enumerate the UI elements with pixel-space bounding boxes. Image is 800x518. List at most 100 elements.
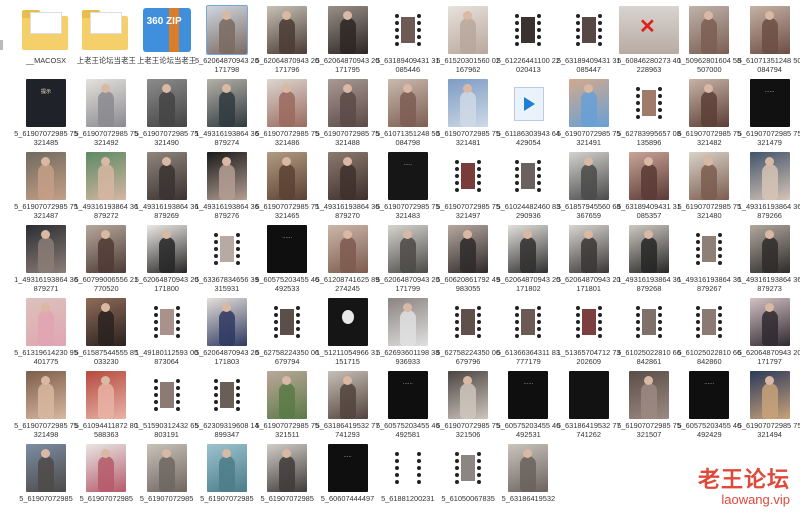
file-item[interactable]: 5_61907072985 75321494 <box>738 371 800 445</box>
file-item[interactable]: 5_62693601198 38936933 <box>376 298 439 372</box>
file-item[interactable]: 5_61208741625 89274245 <box>316 225 379 299</box>
file-item[interactable]: 5_61907072985 <box>137 444 197 518</box>
file-thumbnail[interactable] <box>568 371 609 419</box>
file-thumbnail[interactable] <box>327 298 368 346</box>
file-thumbnail[interactable] <box>137 298 197 346</box>
file-item[interactable]: 5_62064870943 20171802 <box>497 225 560 299</box>
file-thumbnail[interactable] <box>679 225 739 273</box>
file-thumbnail[interactable] <box>498 6 558 54</box>
file-thumbnail[interactable]: 提示 <box>26 79 66 127</box>
file-thumbnail[interactable] <box>205 5 248 55</box>
file-item[interactable]: 5_63189409431 31085447 <box>557 6 621 80</box>
file-item[interactable]: 5_62064870943 20171795 <box>316 6 379 80</box>
file-item[interactable]: 5_61366364311 83777179 <box>497 298 560 372</box>
file-item[interactable]: 5_62064870943 20171801 <box>557 225 621 299</box>
file-item[interactable]: 5_61907072985 75321488 <box>316 79 379 153</box>
file-thumbnail[interactable] <box>689 6 730 54</box>
file-item[interactable]: 5_61907072985 75321491 <box>557 79 621 153</box>
file-item[interactable]: 5_61907072985 75321511 <box>255 371 319 445</box>
file-item[interactable]: 1_49316193864 36879276 <box>195 152 259 226</box>
file-thumbnail[interactable] <box>629 371 669 419</box>
file-item[interactable]: 5_62064870943 20171803 <box>195 298 259 372</box>
file-item[interactable]: 5_62064870943 20171797 <box>738 298 800 372</box>
file-item[interactable]: 5_61319614230 95401775 <box>14 298 78 372</box>
file-thumbnail[interactable] <box>267 6 308 54</box>
file-item[interactable]: 提示 5_61907072985 75321485 <box>14 79 78 153</box>
file-item[interactable]: ····· 5_60607444497 <box>318 444 378 518</box>
file-item[interactable]: __MACOSX <box>16 6 76 80</box>
file-item[interactable]: 5_61050067835 <box>438 444 498 518</box>
file-thumbnail[interactable] <box>568 225 609 273</box>
file-item[interactable]: 5_61907072985 75321506 <box>436 371 500 445</box>
file-thumbnail[interactable] <box>257 298 317 346</box>
file-item[interactable]: 5_61907072985 75321507 <box>617 371 681 445</box>
file-item[interactable]: 5_61907072985 75321487 <box>14 152 78 226</box>
file-thumbnail[interactable]: 360 ZIP <box>137 6 197 54</box>
file-thumbnail[interactable] <box>508 225 549 273</box>
file-thumbnail[interactable] <box>86 444 127 492</box>
file-item[interactable]: ······ 5_61907072985 75321479 <box>738 79 800 153</box>
file-item[interactable]: 1_49316193864 36879270 <box>316 152 379 226</box>
file-item[interactable]: 5_61025022810 66842860 <box>677 298 741 372</box>
file-item[interactable]: 5_60799006556 21770520 <box>74 225 138 299</box>
file-item[interactable]: 5_63189409431 31085446 <box>376 6 440 80</box>
file-thumbnail[interactable] <box>327 371 368 419</box>
file-item[interactable]: 1_51365704712 73202609 <box>557 298 621 372</box>
file-thumbnail[interactable] <box>206 444 247 492</box>
file-thumbnail[interactable] <box>559 298 619 346</box>
file-thumbnail[interactable] <box>619 79 679 127</box>
file-thumbnail[interactable] <box>387 79 428 127</box>
file-thumbnail[interactable] <box>327 225 368 273</box>
file-thumbnail[interactable] <box>568 152 609 200</box>
file-thumbnail[interactable] <box>146 79 187 127</box>
file-thumbnail[interactable] <box>448 79 489 127</box>
file-thumbnail[interactable] <box>206 298 247 346</box>
file-item[interactable]: 5_62064870943 20171799 <box>376 225 440 299</box>
file-item[interactable]: 5_61907072985 <box>16 444 76 518</box>
file-item[interactable]: 5_61907072985 75321498 <box>14 371 78 445</box>
file-item[interactable]: 5_62758224350 06679794 <box>255 298 319 372</box>
file-item[interactable]: 5_61907072985 75321486 <box>255 79 319 153</box>
file-item[interactable]: 5_63367834656 39315931 <box>195 225 259 299</box>
file-item[interactable]: 360 ZIP 上老王论坛当老王 <box>137 6 197 80</box>
file-item[interactable]: 5_61907072985 <box>76 444 136 518</box>
file-thumbnail[interactable]: ······ <box>689 371 730 419</box>
file-item[interactable]: ······ 5_60575203455 46492531 <box>497 371 560 445</box>
file-thumbnail[interactable] <box>26 444 66 492</box>
file-thumbnail[interactable] <box>26 152 66 200</box>
file-item[interactable]: 5_63189409431 31085357 <box>617 152 681 226</box>
file-item[interactable]: 5_61907072985 75321497 <box>436 152 500 226</box>
file-thumbnail[interactable] <box>206 152 247 200</box>
file-thumbnail[interactable] <box>197 371 257 419</box>
file-item[interactable]: 1_49316193864 36879273 <box>738 225 800 299</box>
file-thumbnail[interactable] <box>448 371 489 419</box>
file-thumbnail[interactable] <box>378 6 438 54</box>
file-thumbnail[interactable] <box>267 152 308 200</box>
file-thumbnail[interactable] <box>86 371 127 419</box>
file-item[interactable]: ✕ 5_60846280273 40228963 <box>617 6 681 80</box>
file-thumbnail[interactable] <box>438 152 498 200</box>
file-thumbnail[interactable] <box>498 79 558 127</box>
file-item[interactable]: 5_62064870943 20171796 <box>255 6 319 80</box>
file-thumbnail[interactable]: ····· <box>387 152 428 200</box>
file-item[interactable]: 5_60620861792 49983055 <box>436 225 500 299</box>
file-thumbnail[interactable]: ······ <box>387 371 428 419</box>
file-thumbnail[interactable] <box>146 225 187 273</box>
file-item[interactable]: 1_49316193864 36879268 <box>617 225 681 299</box>
file-item[interactable]: 1_49316193864 36879271 <box>14 225 78 299</box>
file-item[interactable]: 5_63186419532 <box>498 444 558 518</box>
file-thumbnail[interactable] <box>26 371 66 419</box>
file-item[interactable]: 5_61025022810 66842861 <box>617 298 681 372</box>
file-thumbnail[interactable] <box>629 225 669 273</box>
file-item[interactable]: 5_62758224350 06679796 <box>436 298 500 372</box>
file-thumbnail[interactable] <box>137 371 197 419</box>
file-thumbnail[interactable] <box>146 444 187 492</box>
file-item[interactable]: 1_49316193864 36879269 <box>135 152 198 226</box>
file-item[interactable]: 1_49180112593 00873064 <box>135 298 198 372</box>
file-item[interactable]: 5_61186303943 64429054 <box>497 79 560 153</box>
file-thumbnail[interactable] <box>749 6 790 54</box>
file-thumbnail[interactable] <box>267 79 308 127</box>
file-thumbnail[interactable] <box>327 152 368 200</box>
file-thumbnail[interactable] <box>568 79 609 127</box>
file-item[interactable]: 5_61907072985 75321480 <box>677 152 741 226</box>
